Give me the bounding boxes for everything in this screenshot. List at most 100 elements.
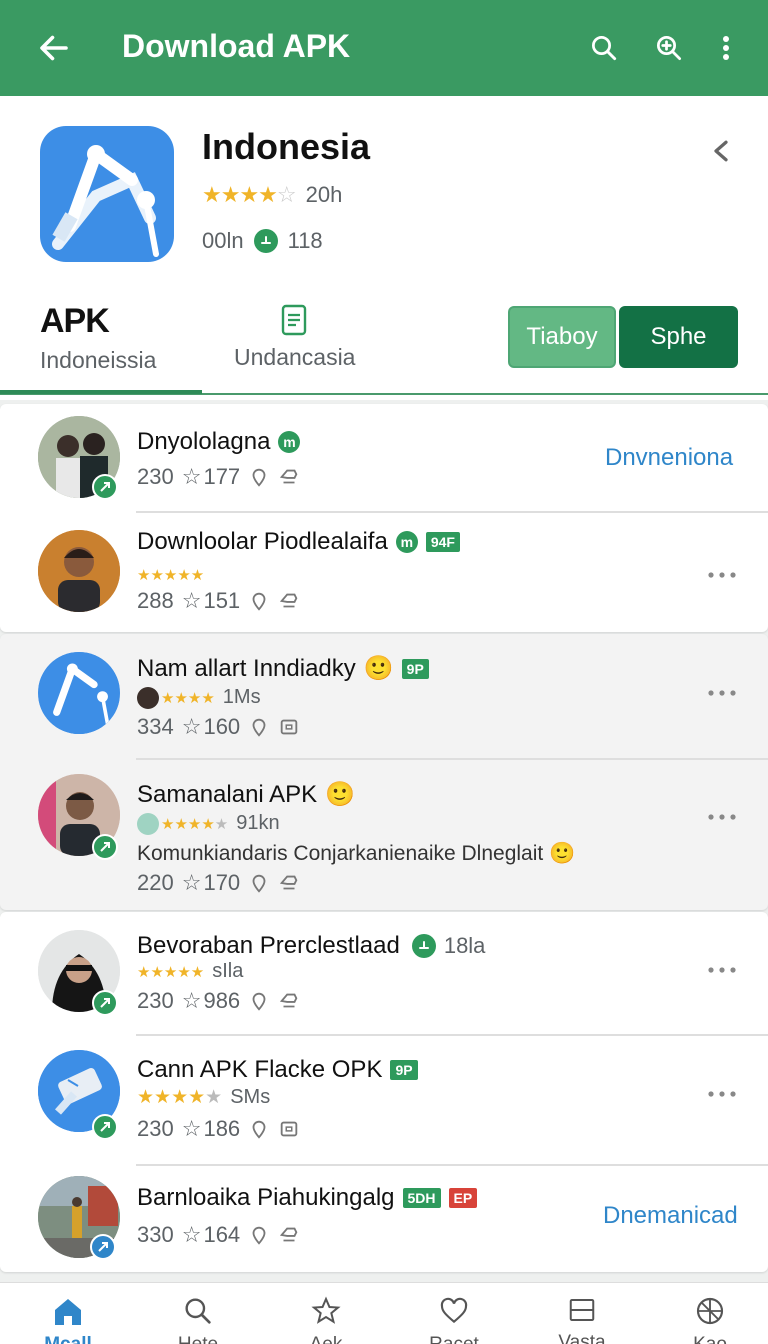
size-text: 00ln <box>202 228 244 253</box>
item-size: SMs <box>230 1086 271 1108</box>
m-badge-icon: m <box>278 431 301 453</box>
item-rating: ★★★★★ 91kn <box>137 812 280 835</box>
rating-stars: ★★★★★ <box>161 815 229 833</box>
globe-icon <box>696 1297 724 1325</box>
item-title: Samanalani APK 🙂 <box>137 780 355 809</box>
device-icon <box>280 719 298 735</box>
zoom-search-icon[interactable] <box>649 28 689 68</box>
list-item[interactable]: Dnyololagna m 230 ☆ 177 Dnvneniona <box>0 404 768 512</box>
tab-documents-sub: Undancasia <box>234 344 356 370</box>
list-item[interactable]: Barnloaika Piahukingalg 5DH EP 330 ☆ 164 … <box>0 1166 768 1272</box>
item-description: Komunkiandaris Conjarkanienaike Dlneglai… <box>137 842 575 866</box>
meta-row: 00ln 118 <box>202 228 323 254</box>
more-horiz-icon[interactable] <box>706 1089 738 1099</box>
download-link[interactable]: Dnemanicad <box>603 1202 738 1230</box>
stat-stars: 986 <box>203 988 241 1013</box>
home-icon <box>55 1299 81 1325</box>
search-icon[interactable] <box>584 28 624 68</box>
verified-icon <box>92 990 118 1016</box>
item-rating: ★★★★★ SMs <box>137 1086 270 1109</box>
item-title: Barnloaika Piahukingalg 5DH EP <box>137 1184 478 1212</box>
more-horiz-icon[interactable] <box>706 965 738 975</box>
location-pin-icon <box>252 874 266 893</box>
nav-item-recent[interactable]: Racet <box>424 1295 484 1344</box>
nav-item-home[interactable]: Mcall <box>38 1295 98 1344</box>
arrow-back-icon[interactable] <box>36 30 72 66</box>
download-link[interactable]: Dnvneniona <box>605 444 733 472</box>
verified-icon <box>90 1234 116 1260</box>
download-icon <box>253 229 278 253</box>
m-badge-icon: m <box>395 531 418 553</box>
item-size: sIla <box>212 960 244 982</box>
item-tag: 9P <box>401 658 429 679</box>
list-item[interactable]: Samanalani APK 🙂 ★★★★★ 91kn Komunkiandar… <box>0 760 768 910</box>
nav-label: Aek <box>296 1334 356 1344</box>
verified-icon <box>92 474 118 500</box>
tag-icon <box>280 993 298 1008</box>
tab-active-indicator <box>0 390 202 394</box>
stat-stars: 186 <box>203 1116 241 1141</box>
tag-icon <box>280 469 298 484</box>
nav-label: Vasta <box>558 1332 606 1344</box>
item-rating: ★★★★★ sIla <box>137 960 243 983</box>
smile-emoji-icon: 🙂 <box>549 842 576 865</box>
more-horiz-icon[interactable] <box>706 570 738 580</box>
primary-button[interactable]: Sphe <box>619 306 738 368</box>
rating-text: 20h <box>305 182 343 207</box>
item-title: Nam allart Inndiadky 🙂 9P <box>137 654 429 683</box>
star-icon <box>311 1296 341 1324</box>
item-name: Cann APK Flacke OPK <box>137 1056 383 1083</box>
stat-stars: 160 <box>203 714 241 739</box>
list-item[interactable]: Bevoraban Prerclestlaad 18la ★★★★★ sIla … <box>0 912 768 1034</box>
avatar <box>38 652 120 734</box>
tab-documents[interactable]: Undancasia <box>234 304 355 371</box>
location-pin-icon <box>252 1226 266 1245</box>
secondary-button[interactable]: Tiaboy <box>508 306 616 368</box>
stat-stars: 151 <box>203 588 241 613</box>
stat-count: 230 <box>137 1116 174 1141</box>
location-pin-icon <box>252 718 266 737</box>
nav-item-favorites[interactable]: Aek <box>296 1295 356 1344</box>
badge-letter: m <box>400 534 414 550</box>
star-outline-icon: ☆ <box>181 588 202 613</box>
nav-item-explore[interactable]: Kao <box>680 1295 740 1344</box>
share-icon[interactable] <box>706 136 736 166</box>
rating-stars: ★★★★★ <box>137 1087 223 1108</box>
verified-icon <box>92 834 118 860</box>
app-logo-icon <box>40 126 174 262</box>
rating-stars: ★★★★★ <box>137 963 205 981</box>
nav-label: Racet <box>424 1334 484 1344</box>
item-name: Samanalani APK <box>137 780 318 808</box>
item-stats: 288 ☆ 151 <box>137 588 300 614</box>
item-size: 91kn <box>236 812 280 834</box>
rating-stars: ★★★★ <box>161 689 215 707</box>
app-bar: Download APK <box>0 0 768 96</box>
star-outline-icon: ☆ <box>181 714 202 739</box>
location-pin-icon <box>252 1120 266 1139</box>
item-downloads: 18la <box>443 933 486 958</box>
smile-emoji-icon: 🙂 <box>325 781 356 808</box>
list-item[interactable]: Nam allart Inndiadky 🙂 9P ★★★★ 1Ms 334 ☆… <box>0 634 768 758</box>
badge-letter: m <box>283 434 296 450</box>
star-outline-icon: ☆ <box>181 988 202 1013</box>
more-vert-icon[interactable] <box>706 28 746 68</box>
nav-label: Mcall <box>38 1334 98 1344</box>
item-tag: 5DH <box>402 1188 441 1208</box>
tag-icon <box>280 593 298 608</box>
smile-emoji-icon: 🙂 <box>363 655 394 682</box>
nav-item-library[interactable]: Vasta <box>552 1295 612 1344</box>
list-card-3: Bevoraban Prerclestlaad 18la ★★★★★ sIla … <box>0 912 768 1272</box>
nav-label: Kao <box>680 1334 740 1344</box>
verified-icon <box>92 1114 118 1140</box>
more-horiz-icon[interactable] <box>706 812 738 822</box>
list-item[interactable]: Cann APK Flacke OPK 9P ★★★★★ SMs 230 ☆ 18… <box>0 1036 768 1164</box>
more-horiz-icon[interactable] <box>706 688 738 698</box>
item-tag: 9P <box>390 1060 418 1080</box>
document-icon <box>234 304 355 338</box>
list-item[interactable]: Downloolar Piodlealaifa m 94F ★★★★★ 288 … <box>0 514 768 632</box>
tab-apk[interactable]: APK Indoneissia <box>40 302 156 374</box>
nav-item-search[interactable]: Hete <box>168 1295 228 1344</box>
heart-icon <box>440 1297 468 1324</box>
item-stats: 230 ☆ 986 <box>137 988 300 1014</box>
item-name: Dnyololagna <box>137 428 271 455</box>
